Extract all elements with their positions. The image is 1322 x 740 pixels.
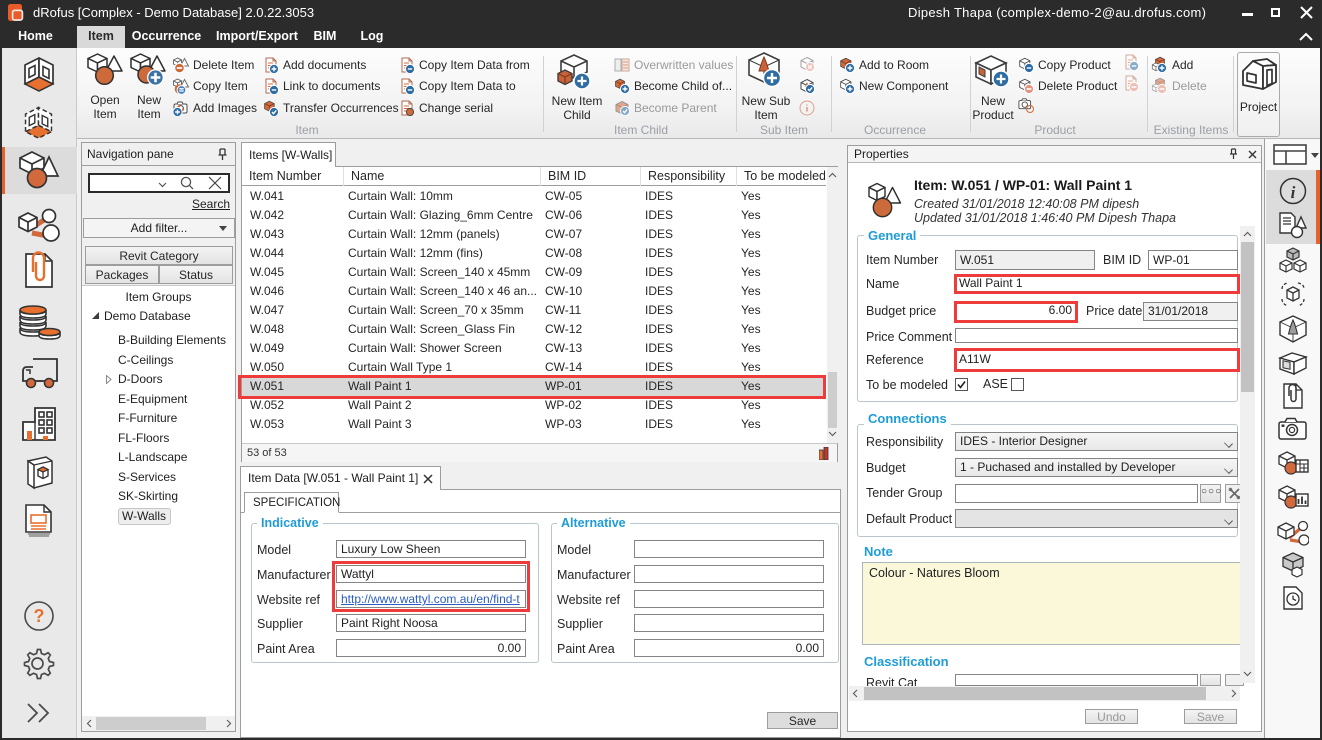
svg-text:?: ?	[33, 606, 44, 626]
svg-text:i: i	[1291, 183, 1296, 202]
